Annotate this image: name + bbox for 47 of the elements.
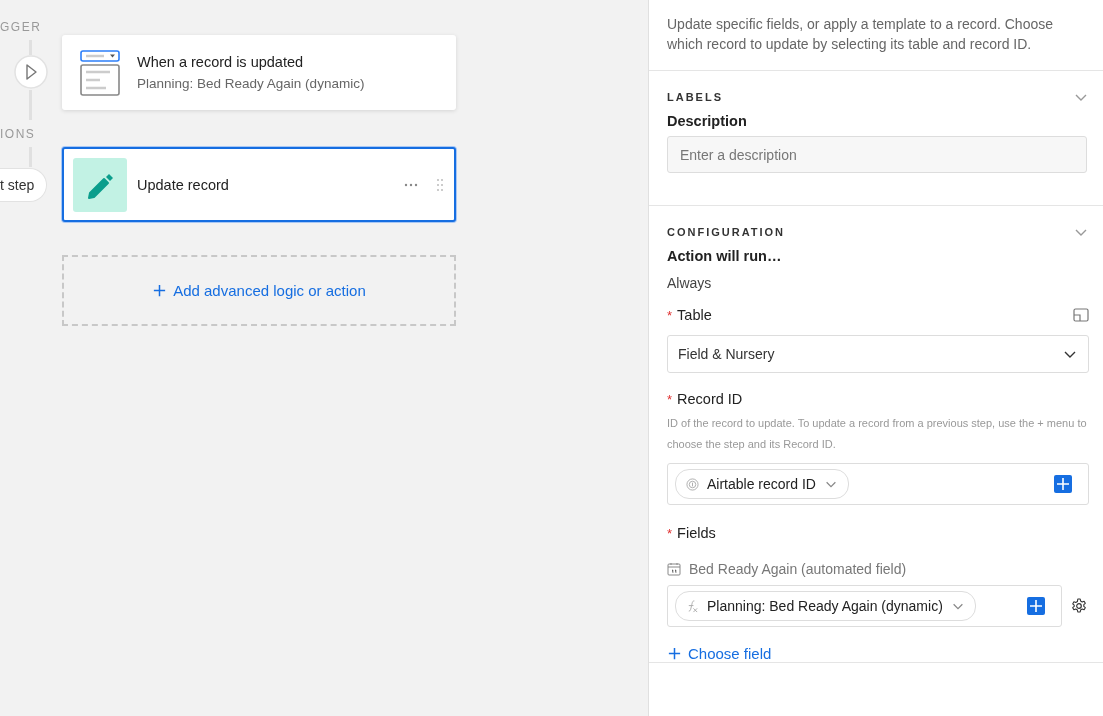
settings-icon[interactable] bbox=[1071, 598, 1087, 614]
field-label: Fields bbox=[677, 525, 716, 541]
step-title: Update record bbox=[137, 176, 230, 193]
step-title: When a record is updated bbox=[137, 54, 305, 70]
run-condition: Always bbox=[667, 275, 713, 291]
step-subtitle: Planning: Bed Ready Again (dynamic) bbox=[137, 76, 366, 91]
section-heading: CONFIGURATION bbox=[667, 226, 786, 238]
field-label: Table bbox=[677, 307, 712, 323]
token-label: Airtable record ID bbox=[707, 476, 816, 492]
add-button[interactable] bbox=[1054, 475, 1072, 493]
calendar-icon bbox=[667, 562, 681, 576]
description-text: Update specific fields, or apply a template to a record. Choose which record to update by selecting its table and record ID. bbox=[667, 15, 1054, 54]
token-field[interactable]: Planning: Bed Ready Again (dynamic) bbox=[667, 585, 1062, 627]
description-input[interactable]: Enter a description bbox=[667, 136, 1087, 173]
formula-icon bbox=[686, 599, 699, 613]
plus-icon bbox=[152, 283, 168, 298]
token-pill[interactable]: Airtable record ID bbox=[675, 469, 849, 499]
required-mark: * bbox=[667, 525, 673, 541]
section-heading: LABELS bbox=[667, 91, 723, 103]
play-button[interactable] bbox=[14, 55, 48, 89]
step-card[interactable]: Update record bbox=[62, 147, 456, 222]
field-name: Bed Ready Again (automated field) bbox=[689, 561, 907, 577]
more-icon[interactable] bbox=[404, 182, 418, 187]
select-value: Field & Nursery bbox=[678, 346, 775, 362]
field-label: Action will run… bbox=[667, 248, 783, 264]
plus-icon bbox=[667, 646, 682, 661]
table-select[interactable]: Field & Nursery bbox=[667, 335, 1089, 373]
add-logic-button[interactable]: Add advanced logic or action bbox=[152, 282, 366, 299]
token-pill[interactable]: Planning: Bed Ready Again (dynamic) bbox=[675, 591, 976, 621]
step-card[interactable]: When a record is updated Planning: Bed Ready Again (dynamic) bbox=[62, 35, 456, 110]
token-label: Planning: Bed Ready Again (dynamic) bbox=[707, 598, 943, 614]
required-mark: * bbox=[667, 391, 673, 407]
add-step-button[interactable]: t step bbox=[0, 168, 48, 202]
token-field[interactable]: Airtable record ID bbox=[667, 463, 1089, 505]
section-label: IONS bbox=[0, 127, 36, 141]
field-label: Record ID bbox=[677, 391, 743, 407]
expand-icon[interactable] bbox=[1073, 308, 1089, 322]
field-label: Description bbox=[667, 113, 748, 129]
required-mark: * bbox=[667, 307, 673, 323]
fingerprint-icon bbox=[686, 477, 699, 491]
add-button[interactable] bbox=[1027, 597, 1045, 615]
pencil-icon bbox=[73, 157, 127, 212]
section-label: GGER bbox=[0, 20, 42, 34]
help-text: ID of the record to update. To update a record from a previous step, use the + menu to choose the step and its Record ID. bbox=[667, 416, 1087, 452]
form-icon bbox=[80, 49, 120, 96]
choose-field-button[interactable]: Choose field bbox=[667, 645, 772, 662]
drag-handle-icon[interactable] bbox=[436, 177, 444, 192]
